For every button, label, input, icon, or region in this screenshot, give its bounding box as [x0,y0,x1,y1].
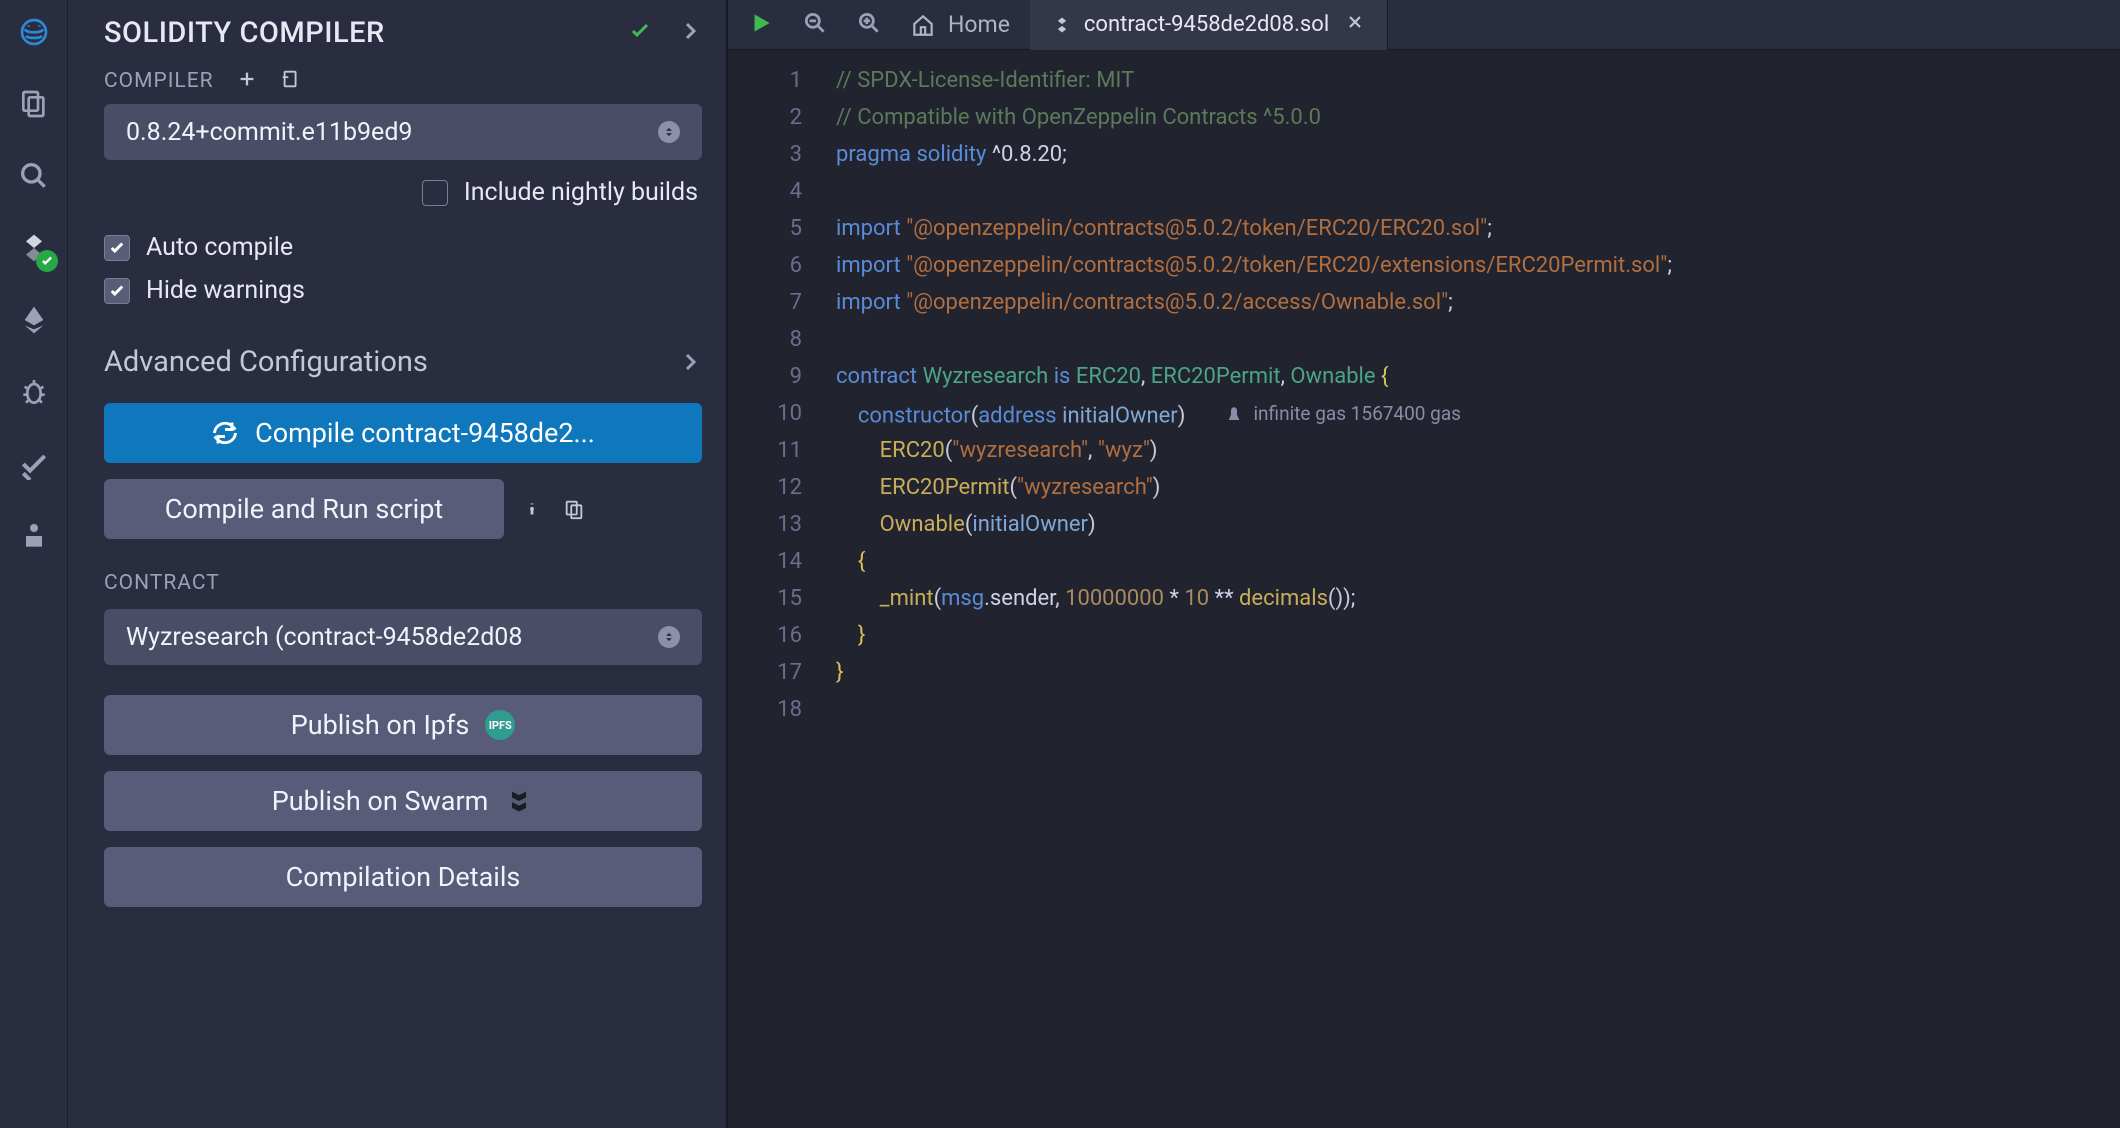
auto-compile-label: Auto compile [146,233,293,262]
hide-warnings-row[interactable]: Hide warnings [104,276,702,305]
close-icon[interactable] [1345,12,1365,38]
advanced-label: Advanced Configurations [104,345,428,379]
contract-dropdown[interactable]: Wyzresearch (contract-9458de2d08 [104,609,702,665]
files-icon[interactable] [14,84,54,124]
nightly-checkbox[interactable] [422,180,448,206]
caret-updown-icon [658,626,680,648]
tabbar: Home contract-9458de2d08.sol [728,0,2120,50]
nightly-checkbox-row[interactable]: Include nightly builds [104,178,698,207]
plugin-icon[interactable] [14,516,54,556]
compile-run-button[interactable]: Compile and Run script [104,479,504,539]
line-gutter: 123456789101112131415161718 [728,50,824,1128]
chevron-right-icon [678,350,702,374]
gas-hint: infinite gas 1567400 gas [1225,395,1461,432]
refresh-icon [211,419,239,447]
contract-label: CONTRACT [104,571,702,595]
main-area: Home contract-9458de2d08.sol 12345678910… [728,0,2120,1128]
compiler-panel: SOLIDITY COMPILER COMPILER 0.8.24+commit… [68,0,728,1128]
zoom-out-icon[interactable] [802,10,828,40]
deploy-icon[interactable] [14,300,54,340]
panel-title: SOLIDITY COMPILER [104,16,385,50]
compile-button[interactable]: Compile contract-9458de2... [104,403,702,463]
code-content[interactable]: // SPDX-License-Identifier: MIT// Compat… [824,50,2120,1128]
compilation-details-label: Compilation Details [286,861,521,893]
logo-icon[interactable] [14,12,54,52]
publish-ipfs-label: Publish on Ipfs [291,709,470,741]
compile-run-label: Compile and Run script [165,493,443,525]
chevron-right-icon[interactable] [678,19,702,47]
tab-file[interactable]: contract-9458de2d08.sol [1030,0,1388,50]
contract-value: Wyzresearch (contract-9458de2d08 [126,623,522,652]
play-icon[interactable] [748,10,774,40]
auto-compile-checkbox[interactable] [104,235,130,261]
caret-updown-icon [658,121,680,143]
copy-icon[interactable] [560,495,588,523]
zoom-in-icon[interactable] [856,10,882,40]
hide-warnings-checkbox[interactable] [104,278,130,304]
search-icon[interactable] [14,156,54,196]
info-icon[interactable] [518,495,546,523]
home-icon [910,12,936,38]
compile-label: Compile contract-9458de2... [255,417,595,449]
publish-swarm-button[interactable]: Publish on Swarm [104,771,702,831]
advanced-toggle[interactable]: Advanced Configurations [104,345,702,379]
icon-rail [0,0,68,1128]
code-editor[interactable]: 123456789101112131415161718 // SPDX-Lice… [728,50,2120,1128]
tab-file-label: contract-9458de2d08.sol [1084,12,1329,37]
debugger-icon[interactable] [14,372,54,412]
version-value: 0.8.24+commit.e11b9ed9 [126,118,412,147]
compiler-icon[interactable] [14,228,54,268]
panel-header: SOLIDITY COMPILER [104,16,702,50]
analysis-icon[interactable] [14,444,54,484]
publish-ipfs-button[interactable]: Publish on Ipfs IPFS [104,695,702,755]
success-badge-icon [36,250,58,272]
plus-icon[interactable] [236,68,258,94]
auto-compile-row[interactable]: Auto compile [104,233,702,262]
hide-warnings-label: Hide warnings [146,276,305,305]
version-dropdown[interactable]: 0.8.24+commit.e11b9ed9 [104,104,702,160]
open-file-icon[interactable] [280,68,302,94]
ipfs-icon: IPFS [485,710,515,740]
nightly-label: Include nightly builds [464,178,698,207]
publish-swarm-label: Publish on Swarm [272,785,489,817]
swarm-icon [504,786,534,816]
compilation-details-button[interactable]: Compilation Details [104,847,702,907]
check-icon[interactable] [628,19,652,47]
compiler-label: COMPILER [104,69,214,93]
solidity-file-icon [1052,15,1072,35]
tab-home[interactable]: Home [910,11,1010,38]
home-label: Home [948,11,1010,38]
